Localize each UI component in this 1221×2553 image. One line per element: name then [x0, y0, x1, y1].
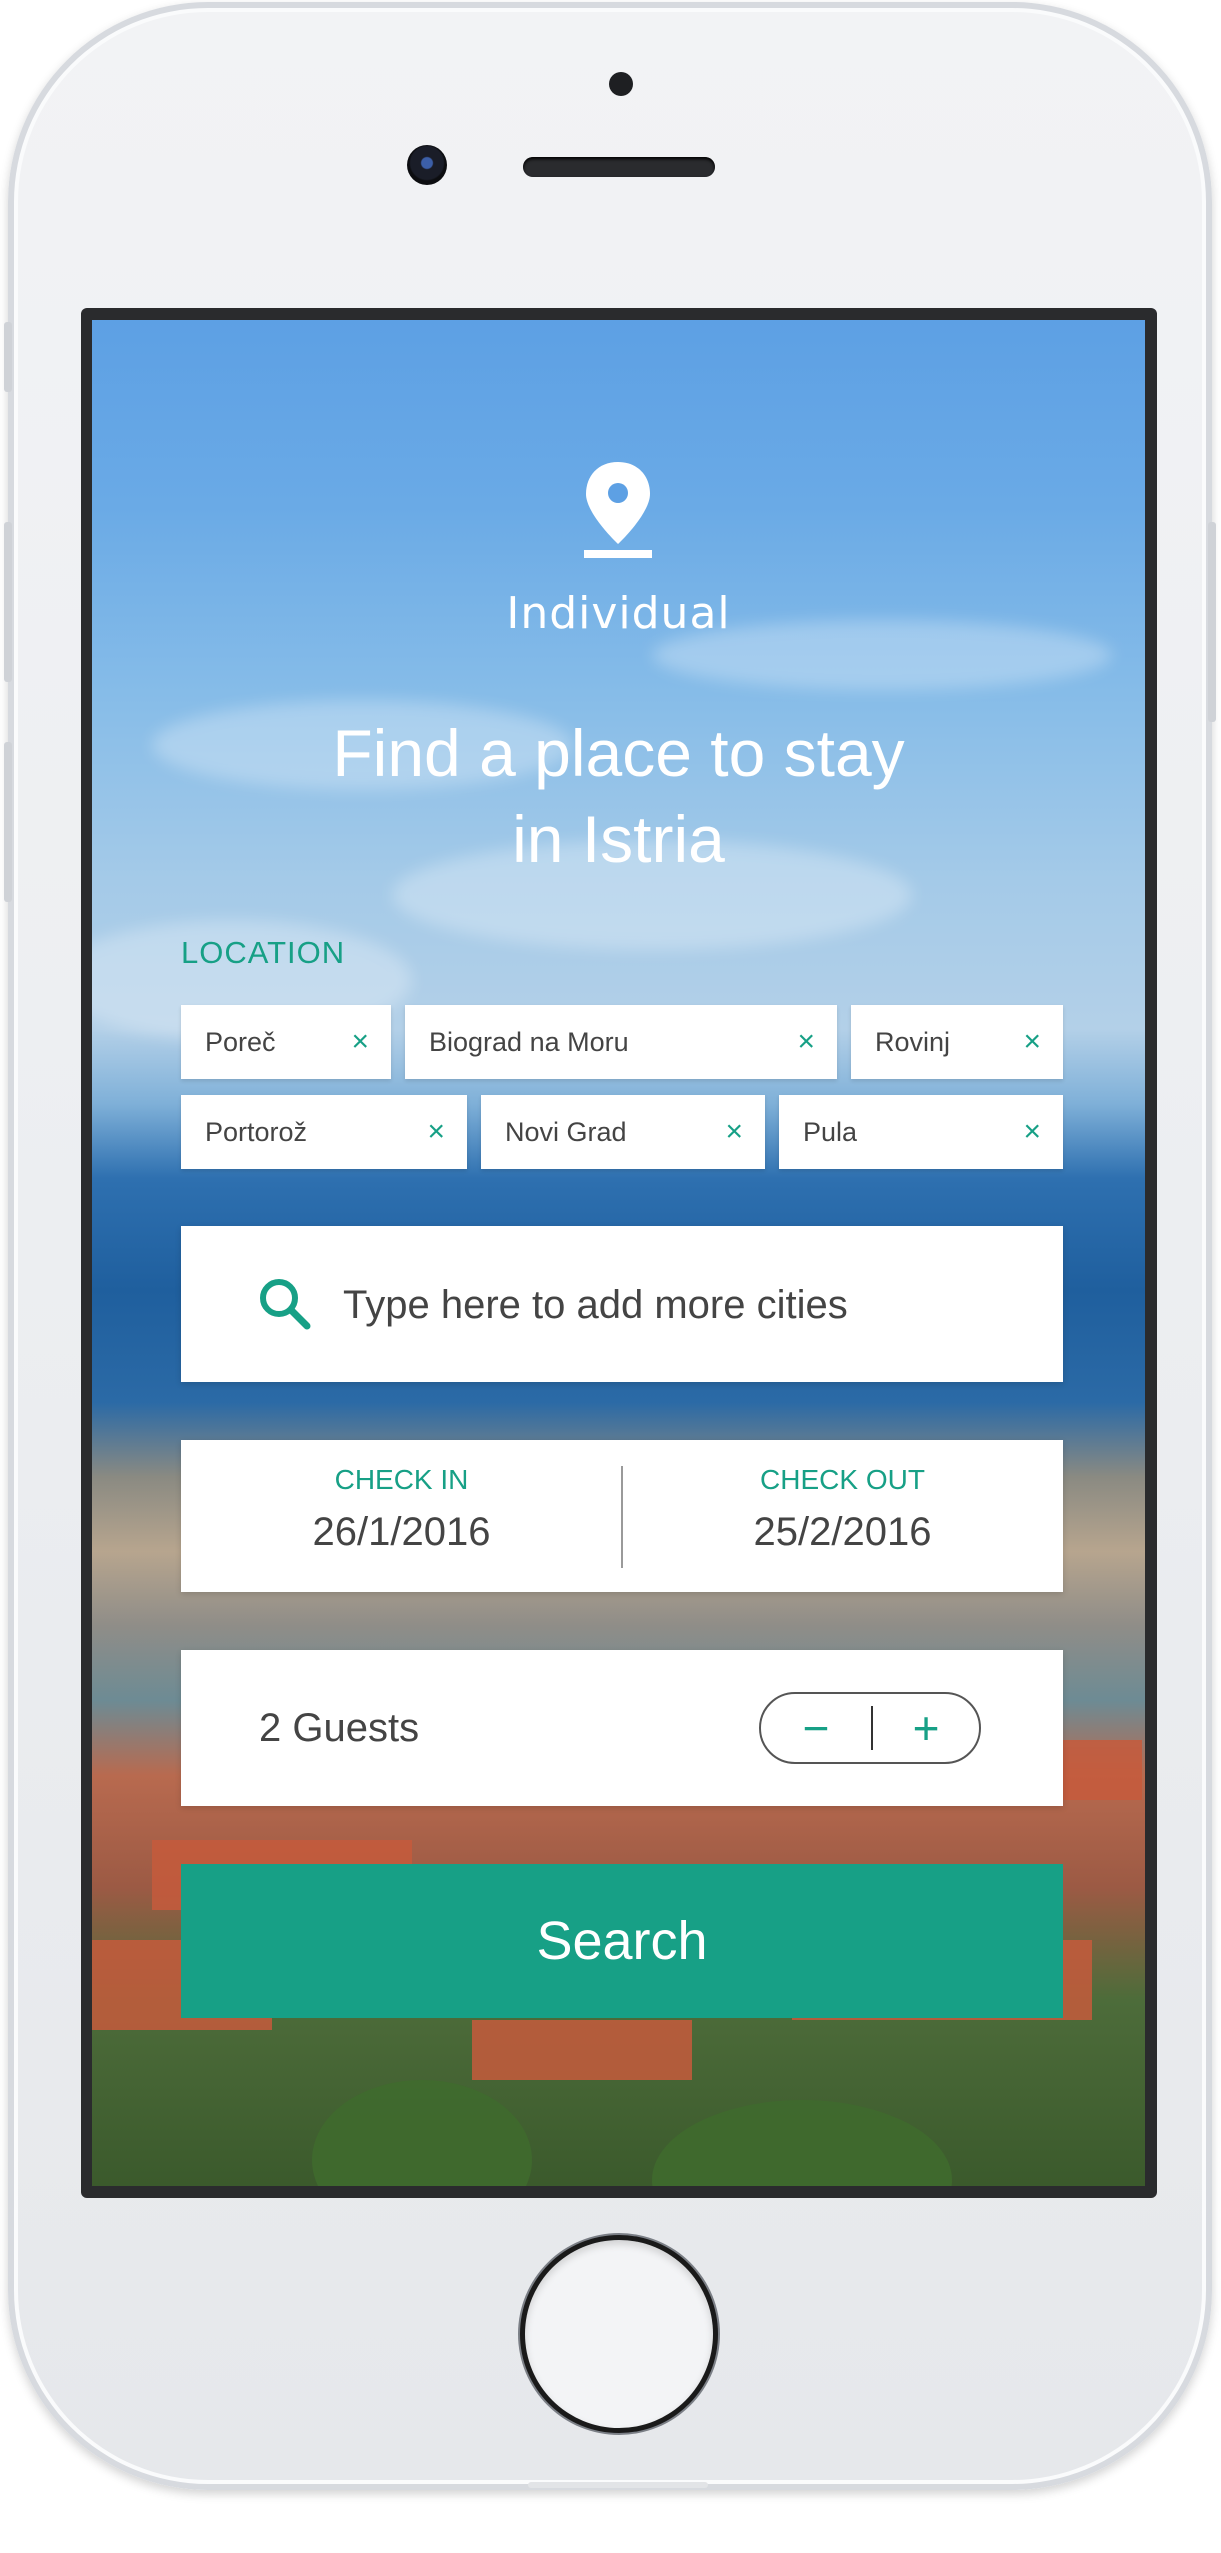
guests-stepper: − + [759, 1692, 981, 1764]
front-camera [407, 145, 447, 185]
chip-label: Biograd na Moru [429, 1026, 629, 1057]
location-pin-icon [584, 462, 652, 558]
brand-name: Individual [506, 588, 731, 639]
close-icon[interactable]: × [1023, 1117, 1041, 1147]
check-in-value: 26/1/2016 [312, 1510, 491, 1554]
location-label: LOCATION [181, 935, 346, 970]
check-out-label: CHECK OUT [760, 1464, 925, 1495]
home-button[interactable] [525, 2240, 713, 2428]
phone-frame: Individual Find a place to stay in Istri… [4, 2, 1216, 2490]
close-icon[interactable]: × [351, 1027, 369, 1057]
check-out-field[interactable]: CHECK OUT 25/2/2016 [622, 1440, 1063, 1592]
close-icon[interactable]: × [1023, 1027, 1041, 1057]
guests-count-label: 2 Guests [259, 1706, 420, 1750]
close-icon[interactable]: × [427, 1117, 445, 1147]
chip-label: Poreč [205, 1026, 276, 1057]
increase-guests-button[interactable]: + [871, 1694, 981, 1762]
decrease-guests-button[interactable]: − [761, 1694, 871, 1762]
location-chip: Rovinj × [851, 1005, 1063, 1079]
headline-line-1: Find a place to stay [332, 716, 905, 790]
city-search-input[interactable] [341, 1266, 1025, 1344]
guests-selector: 2 Guests − + [181, 1650, 1063, 1806]
city-search-box [181, 1226, 1063, 1382]
check-out-value: 25/2/2016 [753, 1510, 932, 1554]
proximity-sensor [609, 72, 633, 96]
chip-label: Pula [803, 1116, 858, 1147]
location-chip: Biograd na Moru × [405, 1005, 837, 1079]
date-picker: CHECK IN 26/1/2016 CHECK OUT 25/2/2016 [181, 1440, 1063, 1592]
chip-label: Novi Grad [505, 1116, 627, 1147]
mute-switch [4, 322, 12, 392]
check-in-field[interactable]: CHECK IN 26/1/2016 [181, 1440, 622, 1592]
app-screen: Individual Find a place to stay in Istri… [92, 320, 1145, 2186]
power-button [1208, 522, 1216, 722]
volume-down-button [4, 742, 12, 902]
location-chip: Novi Grad × [481, 1095, 765, 1169]
bottom-edge [528, 2482, 708, 2488]
search-icon [260, 1279, 311, 1330]
check-in-label: CHECK IN [334, 1464, 469, 1495]
location-chip: Poreč × [181, 1005, 391, 1079]
close-icon[interactable]: × [725, 1117, 743, 1147]
close-icon[interactable]: × [797, 1027, 815, 1057]
page-title: Find a place to stay in Istria [92, 710, 1145, 882]
chip-label: Rovinj [875, 1026, 951, 1057]
screen-bezel: Individual Find a place to stay in Istri… [81, 308, 1157, 2198]
chip-label: Portorož [205, 1116, 308, 1147]
headline-line-2: in Istria [512, 802, 725, 876]
location-chip: Portorož × [181, 1095, 467, 1169]
volume-up-button [4, 522, 12, 682]
earpiece-speaker [523, 157, 715, 177]
search-button[interactable]: Search [181, 1864, 1063, 2018]
location-chip: Pula × [779, 1095, 1063, 1169]
